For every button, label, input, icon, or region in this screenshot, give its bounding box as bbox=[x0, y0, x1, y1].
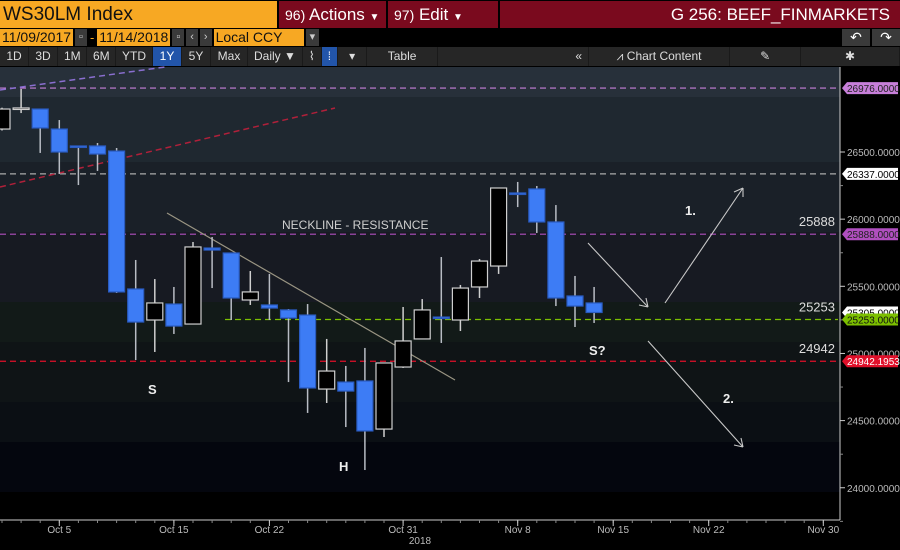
price-tag-text: 24942.1953 bbox=[847, 357, 900, 368]
candle-body-down bbox=[585, 302, 603, 314]
candle-body-down bbox=[203, 247, 221, 251]
left-shoulder-label: S bbox=[148, 382, 157, 397]
candle[interactable] bbox=[375, 362, 393, 437]
x-tick-label: Oct 15 bbox=[159, 525, 189, 536]
x-tick-label: Oct 5 bbox=[47, 525, 71, 536]
candle-body-down bbox=[356, 380, 374, 432]
y-tick-label: 24000.0000 bbox=[847, 484, 900, 495]
price-tag: 26976.0000 bbox=[842, 82, 900, 95]
candle[interactable] bbox=[184, 241, 202, 325]
candle-body-down bbox=[547, 221, 565, 299]
candle-body-up bbox=[413, 309, 431, 340]
head-label: H bbox=[339, 459, 348, 474]
level-label: 25888 bbox=[799, 214, 835, 229]
candle-body-up bbox=[318, 370, 336, 390]
neckline-label: NECKLINE - RESISTANCE bbox=[282, 218, 428, 232]
candle-body-down bbox=[165, 303, 183, 327]
candle-body-down bbox=[528, 188, 546, 223]
candle-body-up bbox=[394, 340, 412, 368]
level-label: 25253 bbox=[799, 299, 835, 314]
y-tick-label: 25500.0000 bbox=[847, 282, 900, 293]
candle-body-down bbox=[31, 108, 49, 129]
candle-body-up bbox=[241, 291, 259, 301]
candle-body-down bbox=[337, 381, 355, 392]
price-tag-text: 26337.0000 bbox=[847, 170, 900, 181]
x-tick-label: Oct 31 bbox=[388, 525, 418, 536]
candle-body-down bbox=[127, 288, 145, 323]
x-tick-label: Nov 30 bbox=[807, 525, 839, 536]
x-tick-label: Nov 22 bbox=[693, 525, 725, 536]
price-tag-text: 26976.0000 bbox=[847, 84, 900, 95]
candle-body-up bbox=[490, 187, 508, 267]
scenario-2-label: 2. bbox=[723, 391, 734, 406]
candle-body-down bbox=[566, 295, 584, 307]
candle[interactable] bbox=[107, 147, 126, 294]
y-tick-label: 24500.0000 bbox=[847, 417, 900, 428]
right-shoulder-label: S? bbox=[589, 343, 606, 358]
x-tick-label: Oct 22 bbox=[255, 525, 285, 536]
level-label: 24942 bbox=[799, 341, 835, 356]
candle-body-down bbox=[69, 145, 88, 149]
y-tick-label: 26000.0000 bbox=[847, 215, 900, 226]
price-tag-text: 25253.0000 bbox=[847, 315, 900, 326]
y-tick-label: 26500.0000 bbox=[847, 148, 900, 159]
candle-body-up bbox=[184, 246, 202, 325]
candle-body-up bbox=[146, 302, 164, 321]
price-tag: 25888.0000 bbox=[842, 228, 900, 241]
candle-body-down bbox=[432, 316, 450, 320]
candle-body-down bbox=[260, 304, 278, 309]
candle-body-down bbox=[88, 145, 107, 155]
candle-body-down bbox=[299, 314, 317, 389]
candle-body-up bbox=[451, 287, 469, 321]
candle-body-up bbox=[375, 362, 393, 430]
candle[interactable] bbox=[490, 187, 508, 274]
scenario-1-label: 1. bbox=[685, 203, 696, 218]
candle-body-up bbox=[12, 107, 30, 111]
price-tag-text: 25888.0000 bbox=[847, 230, 900, 241]
price-tag: 26337.0000 bbox=[842, 167, 900, 181]
price-tag: 24942.1953 bbox=[842, 355, 900, 368]
candle-body-up bbox=[470, 260, 489, 288]
candle-body-down bbox=[509, 192, 527, 196]
x-tick-label: Nov 8 bbox=[505, 525, 532, 536]
x-tick-label: Nov 15 bbox=[597, 525, 629, 536]
year-label: 2018 bbox=[409, 536, 432, 547]
chart-background bbox=[0, 67, 840, 520]
candle-body-up bbox=[0, 108, 11, 130]
candle-body-down bbox=[279, 309, 298, 319]
candle-body-down bbox=[107, 150, 126, 293]
candle[interactable] bbox=[0, 107, 11, 131]
price-tag: 25253.0000 bbox=[842, 313, 900, 326]
price-chart[interactable]: 258882525324942 NECKLINE - RESISTANCE S … bbox=[0, 0, 900, 550]
candle-body-down bbox=[50, 128, 68, 153]
candle-body-down bbox=[222, 252, 240, 299]
